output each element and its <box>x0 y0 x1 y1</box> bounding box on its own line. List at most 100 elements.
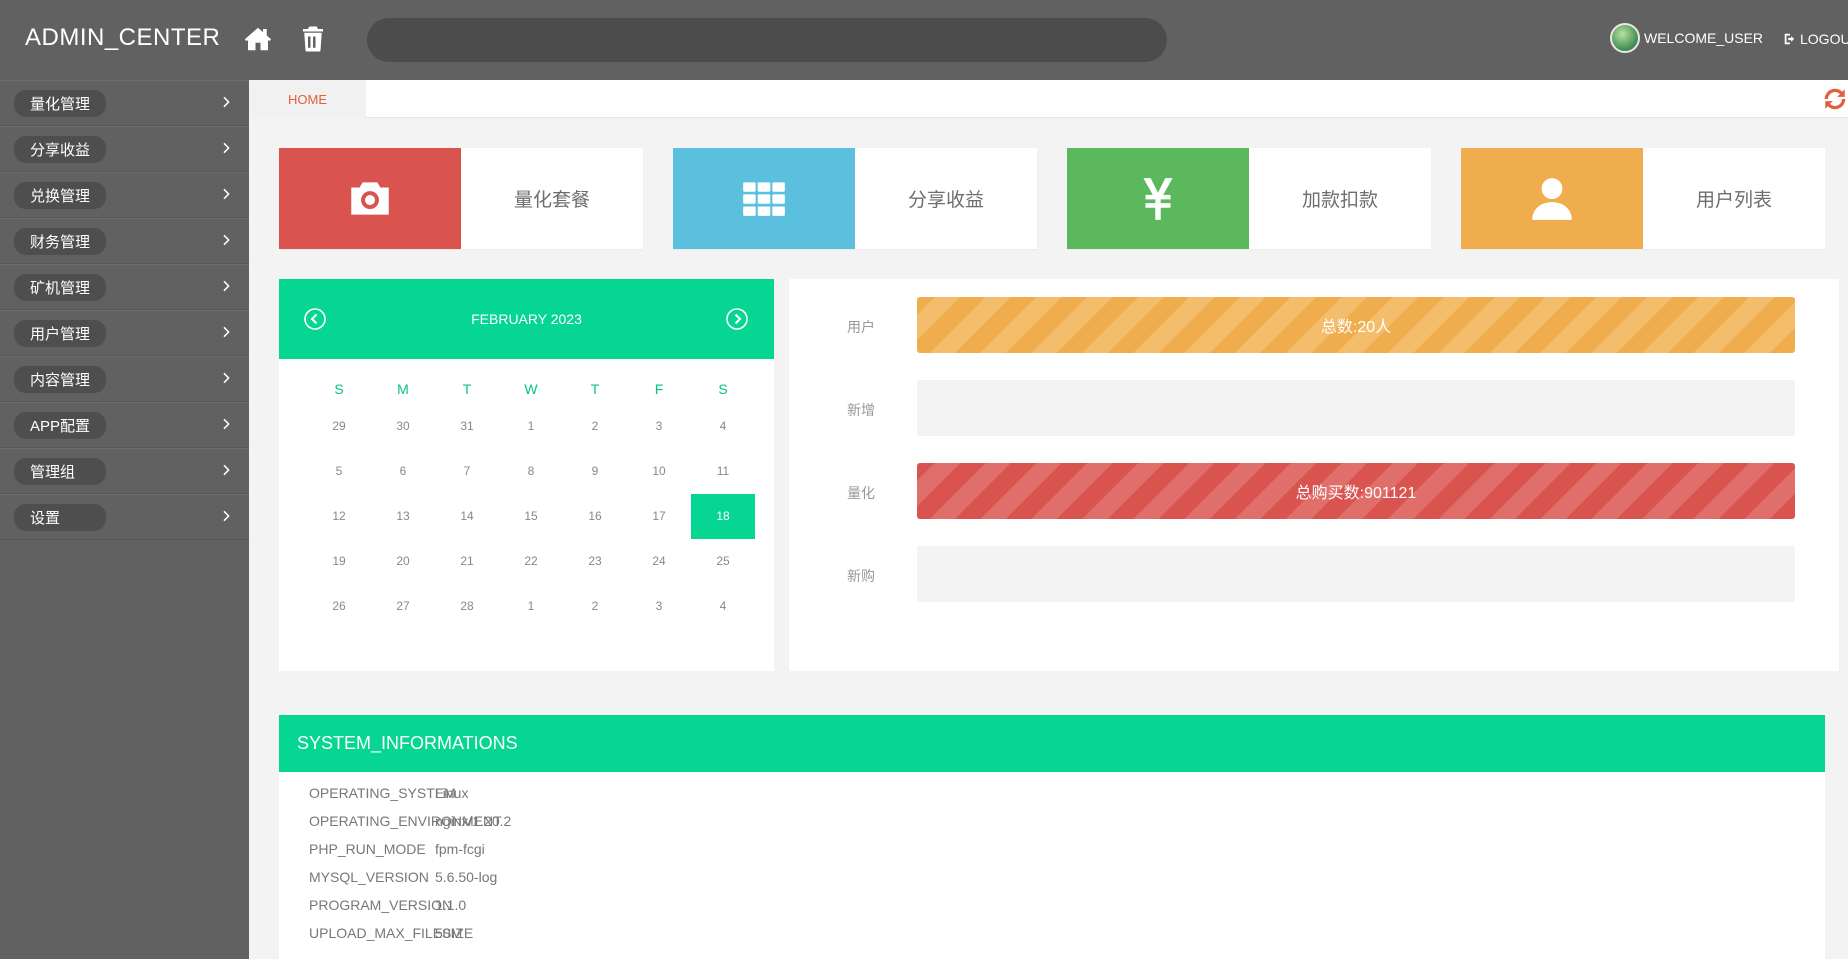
sidebar-item[interactable]: 财务管理 <box>0 218 249 264</box>
logout-button[interactable]: LOGOUT <box>1783 31 1848 47</box>
calendar-day[interactable]: 10 <box>627 449 691 494</box>
calendar-next-icon[interactable] <box>725 307 749 331</box>
shortcut-tile[interactable]: 量化套餐 <box>279 148 643 249</box>
calendar: FEBRUARY 2023 S M T W T F S 29 30 31 1 2 3 4 5 6 7 8 9 10 11… <box>279 279 774 671</box>
system-info-key: PHP_RUN_MODE <box>309 841 426 857</box>
calendar-day[interactable]: 28 <box>435 584 499 629</box>
calendar-month: FEBRUARY 2023 <box>471 311 582 327</box>
calendar-day[interactable]: 20 <box>371 539 435 584</box>
stats-panel: 用户 总数:20人 新增 量化 总购买数:901121 新购 <box>789 279 1839 671</box>
welcome-user[interactable]: WELCOME_USER <box>1610 23 1763 53</box>
brand-title: ADMIN_CENTER <box>25 24 221 51</box>
stat-label: 新增 <box>847 402 875 418</box>
chevron-right-icon <box>219 325 233 339</box>
system-info-row: OPERATING_SYSTEM Linux <box>309 785 1825 813</box>
calendar-day[interactable]: 24 <box>627 539 691 584</box>
chevron-right-icon <box>219 279 233 293</box>
sidebar-item-label: 量化管理 <box>14 89 107 117</box>
sidebar-item-label: 设置 <box>14 503 106 531</box>
calendar-day[interactable]: 12 <box>307 494 371 539</box>
chevron-right-icon <box>219 187 233 201</box>
calendar-weekday: S <box>334 381 344 397</box>
calendar-day[interactable]: 27 <box>371 584 435 629</box>
calendar-day[interactable]: 4 <box>691 404 755 449</box>
system-info-key: OPERATING_ENVIRONMENT <box>309 813 502 829</box>
calendar-day[interactable]: 2 <box>563 404 627 449</box>
system-info-key: PROGRAM_VERSION <box>309 897 453 913</box>
sidebar-item-label: 兑换管理 <box>14 181 107 209</box>
calendar-day[interactable]: 9 <box>563 449 627 494</box>
calendar-day[interactable]: 1 <box>499 584 563 629</box>
calendar-day[interactable]: 18 <box>691 494 755 539</box>
calendar-day[interactable]: 25 <box>691 539 755 584</box>
system-info-value: 50M <box>435 925 463 941</box>
system-info-row: UPLOAD_MAX_FILESIZE 50M <box>309 925 1825 953</box>
calendar-day[interactable]: 3 <box>627 404 691 449</box>
sidebar-item[interactable]: 兑换管理 <box>0 172 249 218</box>
camera-icon <box>279 148 461 249</box>
calendar-weekday: T <box>590 381 600 397</box>
stat-row: 新增 <box>789 380 1839 436</box>
calendar-day[interactable]: 23 <box>563 539 627 584</box>
sidebar-item[interactable]: 矿机管理 <box>0 264 249 310</box>
calendar-day[interactable]: 31 <box>435 404 499 449</box>
system-info-value: 1.1.0 <box>435 897 467 913</box>
tile-label: 分享收益 <box>907 190 984 211</box>
calendar-day[interactable]: 17 <box>627 494 691 539</box>
trash-icon[interactable] <box>298 24 328 54</box>
sidebar-item[interactable]: 设置 <box>0 494 249 540</box>
calendar-day[interactable]: 6 <box>371 449 435 494</box>
shortcut-tile[interactable]: 用户列表 <box>1461 148 1825 249</box>
chevron-right-icon <box>219 509 233 523</box>
progress-fill: 总购买数:901121 <box>917 463 1795 519</box>
sidebar-item-label: 用户管理 <box>14 319 107 347</box>
stat-row: 用户 总数:20人 <box>789 297 1839 353</box>
calendar-day[interactable]: 29 <box>307 404 371 449</box>
calendar-day[interactable]: 14 <box>435 494 499 539</box>
calendar-day[interactable]: 11 <box>691 449 755 494</box>
shortcut-tile[interactable]: 分享收益 <box>673 148 1037 249</box>
search-input[interactable] <box>367 18 1167 62</box>
calendar-day[interactable]: 5 <box>307 449 371 494</box>
breadcrumb-home[interactable]: HOME <box>249 80 366 118</box>
calendar-day[interactable]: 8 <box>499 449 563 494</box>
home-icon[interactable] <box>243 24 273 54</box>
system-info-value: fpm-fcgi <box>435 841 485 857</box>
calendar-day[interactable]: 3 <box>627 584 691 629</box>
calendar-day[interactable]: 1 <box>499 404 563 449</box>
chevron-right-icon <box>219 233 233 247</box>
sidebar-item[interactable]: 管理组 <box>0 448 249 494</box>
progress-fill: 总数:20人 <box>917 297 1795 353</box>
calendar-day[interactable]: 16 <box>563 494 627 539</box>
calendar-day[interactable]: 2 <box>563 584 627 629</box>
progress-bar: 总购买数:901121 <box>917 463 1795 519</box>
sidebar-item[interactable]: APP配置 <box>0 402 249 448</box>
sidebar-item[interactable]: 分享收益 <box>0 126 249 172</box>
sidebar-item-label: 分享收益 <box>14 135 107 163</box>
calendar-header: FEBRUARY 2023 <box>279 279 774 359</box>
system-info-row: PROGRAM_VERSION 1.1.0 <box>309 897 1825 925</box>
calendar-weekday: T <box>462 381 472 397</box>
calendar-day[interactable]: 26 <box>307 584 371 629</box>
calendar-day[interactable]: 15 <box>499 494 563 539</box>
calendar-day[interactable]: 13 <box>371 494 435 539</box>
calendar-day[interactable]: 30 <box>371 404 435 449</box>
refresh-icon[interactable] <box>1822 86 1848 112</box>
logout-icon <box>1784 33 1795 45</box>
sidebar-item[interactable]: 用户管理 <box>0 310 249 356</box>
calendar-day[interactable]: 22 <box>499 539 563 584</box>
shortcut-tile[interactable]: 加款扣款 <box>1067 148 1431 249</box>
sidebar-item[interactable]: 量化管理 <box>0 80 249 126</box>
calendar-weekday: S <box>718 381 728 397</box>
chevron-right-icon <box>219 463 233 477</box>
calendar-day[interactable]: 4 <box>691 584 755 629</box>
calendar-grid: S M T W T F S 29 30 31 1 2 3 4 5 6 7 8 9 10 11 12 13 14 15 16 17 18… <box>307 374 755 629</box>
stat-row: 新购 <box>789 546 1839 602</box>
calendar-day[interactable]: 7 <box>435 449 499 494</box>
system-info-panel: SYSTEM_INFORMATIONS OPERATING_SYSTEM Linu… <box>279 715 1825 959</box>
sidebar-item[interactable]: 内容管理 <box>0 356 249 402</box>
calendar-weekday: F <box>654 381 664 397</box>
calendar-day[interactable]: 19 <box>307 539 371 584</box>
calendar-day[interactable]: 21 <box>435 539 499 584</box>
system-info-key: OPERATING_SYSTEM <box>309 785 456 801</box>
